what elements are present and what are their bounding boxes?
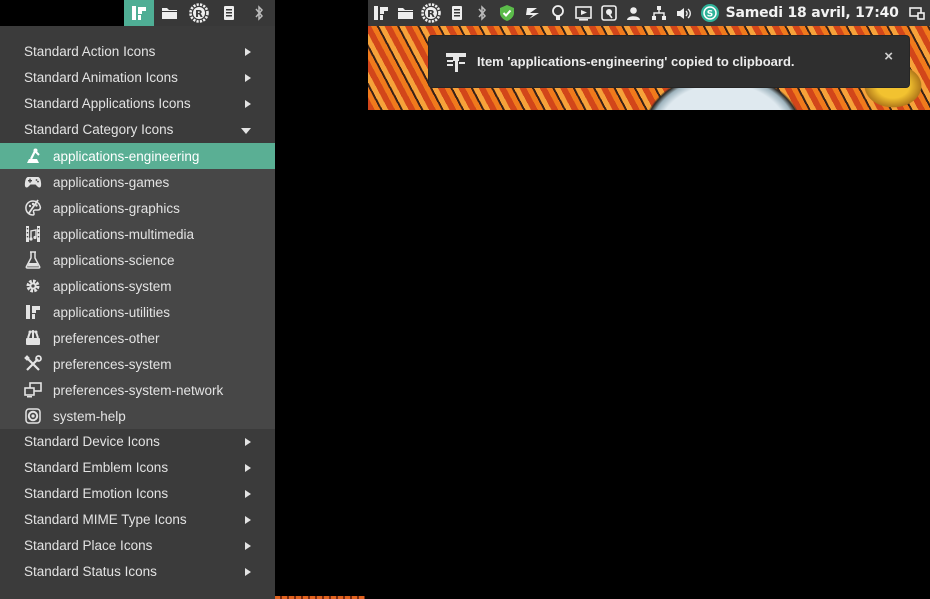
submenu-arrow-icon <box>245 568 251 576</box>
submenu-item-label: applications-utilities <box>53 304 171 320</box>
storage-icon[interactable] <box>214 0 244 26</box>
menu-item-label: Standard Place Icons <box>24 538 153 553</box>
rust-icon[interactable]: R <box>419 0 444 26</box>
submenu-item-label: applications-graphics <box>53 200 180 216</box>
palette-icon <box>24 199 42 217</box>
svg-text:S: S <box>707 10 713 20</box>
menu-item-label: Standard MIME Type Icons <box>24 512 187 527</box>
submenu-item-applications-games[interactable]: applications-games <box>0 169 275 195</box>
submenu-arrow-icon <box>245 490 251 498</box>
submenu-item-applications-engineering[interactable]: applications-engineering <box>0 143 275 169</box>
rust-icon[interactable]: R <box>184 0 214 26</box>
submenu-arrow-icon <box>245 100 251 108</box>
menu-item-standard-category-icons[interactable]: Standard Category Icons <box>0 117 275 143</box>
submenu-item-applications-multimedia[interactable]: applications-multimedia <box>0 221 275 247</box>
menu-item-label: Standard Status Icons <box>24 564 157 579</box>
media-icon[interactable] <box>571 0 596 26</box>
svg-text:R: R <box>195 9 203 20</box>
submenu-item-preferences-other[interactable]: preferences-other <box>0 325 275 351</box>
green-app-icon[interactable]: S <box>697 0 722 26</box>
submenu-item-label: preferences-system <box>53 356 172 372</box>
lifebuoy-icon <box>24 407 42 425</box>
menu-item-label: Standard Action Icons <box>24 44 156 59</box>
gamepad-icon <box>24 173 42 191</box>
menu-item-standard-mime-type-icons[interactable]: Standard MIME Type Icons <box>0 507 275 533</box>
submenu-item-preferences-system[interactable]: preferences-system <box>0 351 275 377</box>
engineering-icon <box>24 147 42 165</box>
submenu-arrow-icon <box>245 48 251 56</box>
submenu-item-preferences-system-network[interactable]: preferences-system-network <box>0 377 275 403</box>
menu-item-standard-emblem-icons[interactable]: Standard Emblem Icons <box>0 455 275 481</box>
submenu-item-label: applications-science <box>53 252 175 268</box>
screenshot-icon[interactable] <box>596 0 621 26</box>
folder-icon[interactable] <box>393 0 418 26</box>
icon-browser-menu: Standard Action Icons Standard Animation… <box>0 26 275 599</box>
submenu-item-label: system-help <box>53 408 126 424</box>
menu-item-standard-status-icons[interactable]: Standard Status Icons <box>0 559 275 585</box>
bluetooth-icon[interactable] <box>244 0 274 26</box>
folder-icon[interactable] <box>154 0 184 26</box>
submenu-item-applications-utilities[interactable]: applications-utilities <box>0 299 275 325</box>
svg-text:R: R <box>427 9 435 20</box>
bulb-icon[interactable] <box>545 0 570 26</box>
submenu-item-label: preferences-system-network <box>53 382 224 398</box>
shield-check-icon[interactable] <box>495 0 520 26</box>
menu-list: Standard Action Icons Standard Animation… <box>0 26 275 585</box>
submenu-arrow-icon <box>245 542 251 550</box>
flask-icon <box>24 251 42 269</box>
storage-icon[interactable] <box>444 0 469 26</box>
top-panel-right: R S Samedi 18 avril, 17:40 <box>368 0 930 26</box>
notification-message: Item 'applications-engineering' copied t… <box>477 54 795 69</box>
menu-item-standard-applications-icons[interactable]: Standard Applications Icons <box>0 91 275 117</box>
menu-item-label: Standard Emotion Icons <box>24 486 169 501</box>
tools-icon <box>24 355 42 373</box>
menu-item-label: Standard Emblem Icons <box>24 460 169 475</box>
menu-item-label: Standard Applications Icons <box>24 96 191 111</box>
app-launcher-icon[interactable] <box>368 0 393 26</box>
lightning-icon[interactable] <box>520 0 545 26</box>
close-icon[interactable]: × <box>884 49 893 65</box>
bluetooth-icon[interactable] <box>469 0 494 26</box>
menu-item-standard-device-icons[interactable]: Standard Device Icons <box>0 429 275 455</box>
menu-item-standard-emotion-icons[interactable]: Standard Emotion Icons <box>0 481 275 507</box>
top-panel-left: R <box>124 0 275 26</box>
submenu-item-label: applications-multimedia <box>53 226 195 242</box>
submenu-item-system-help[interactable]: system-help <box>0 403 275 429</box>
menu-item-label: Standard Device Icons <box>24 434 160 449</box>
menu-item-label: Standard Animation Icons <box>24 70 178 85</box>
user-icon[interactable] <box>621 0 646 26</box>
volume-icon[interactable] <box>672 0 697 26</box>
show-desktop-icon[interactable] <box>905 0 930 26</box>
submenu-arrow-icon <box>245 464 251 472</box>
submenu-item-applications-graphics[interactable]: applications-graphics <box>0 195 275 221</box>
menu-item-standard-animation-icons[interactable]: Standard Animation Icons <box>0 65 275 91</box>
utilities-icon <box>24 303 42 321</box>
expanded-arrow-icon <box>241 128 251 134</box>
menu-item-standard-place-icons[interactable]: Standard Place Icons <box>0 533 275 559</box>
gear-icon <box>24 277 42 295</box>
menu-item-standard-action-icons[interactable]: Standard Action Icons <box>0 39 275 65</box>
submenu-item-label: applications-games <box>53 174 170 190</box>
submenu-arrow-icon <box>245 438 251 446</box>
submenu-item-applications-system[interactable]: applications-system <box>0 273 275 299</box>
submenu-item-label: applications-engineering <box>53 148 200 164</box>
clock[interactable]: Samedi 18 avril, 17:40 <box>723 5 905 21</box>
menu-item-label: Standard Category Icons <box>24 122 174 137</box>
other-icon <box>24 329 42 347</box>
submenu-arrow-icon <box>245 74 251 82</box>
clipboard-notification[interactable]: Item 'applications-engineering' copied t… <box>429 36 909 87</box>
network-monitors-icon <box>24 381 42 399</box>
network-icon[interactable] <box>647 0 672 26</box>
app-launcher-icon[interactable] <box>124 0 154 26</box>
category-icons-submenu: applications-engineering applications-ga… <box>0 143 275 429</box>
film-icon <box>24 225 42 243</box>
submenu-item-label: applications-system <box>53 278 172 294</box>
engineering-icon <box>443 49 469 75</box>
submenu-arrow-icon <box>245 516 251 524</box>
submenu-item-applications-science[interactable]: applications-science <box>0 247 275 273</box>
submenu-item-label: preferences-other <box>53 330 160 346</box>
